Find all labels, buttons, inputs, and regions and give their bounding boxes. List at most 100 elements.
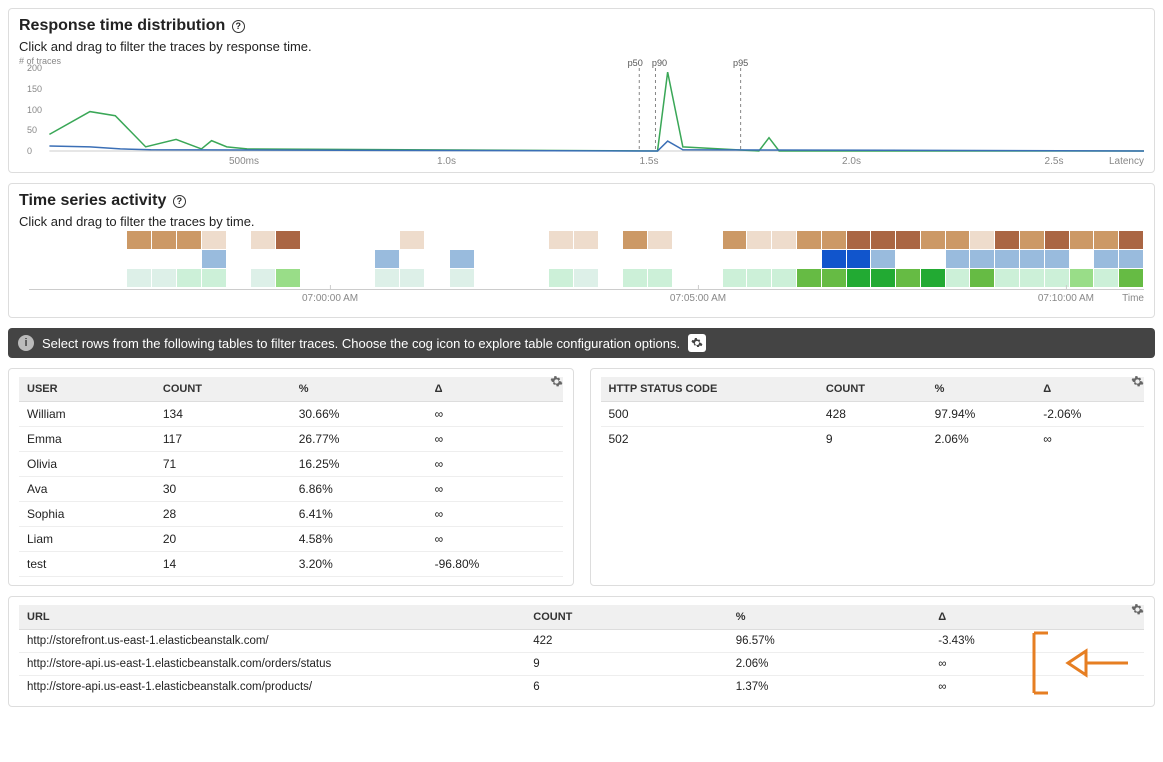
- series-line: [49, 72, 1144, 151]
- col-header[interactable]: HTTP STATUS CODE: [601, 377, 818, 402]
- table-row[interactable]: http://store-api.us-east-1.elasticbeanst…: [19, 676, 1144, 699]
- table-row[interactable]: http://store-api.us-east-1.elasticbeanst…: [19, 653, 1144, 676]
- table-row[interactable]: Olivia7116.25%∞: [19, 452, 563, 477]
- table-row[interactable]: http://storefront.us-east-1.elasticbeans…: [19, 630, 1144, 653]
- table-cell: 2.06%: [927, 427, 1036, 452]
- col-header[interactable]: %: [728, 605, 931, 630]
- table-cell: Sophia: [19, 502, 155, 527]
- col-header[interactable]: USER: [19, 377, 155, 402]
- heatmap-cell: [202, 250, 226, 268]
- col-header[interactable]: Δ: [1035, 377, 1144, 402]
- help-icon[interactable]: ?: [232, 20, 245, 33]
- url-table[interactable]: URL COUNT % Δ http://storefront.us-east-…: [19, 605, 1144, 698]
- status-table[interactable]: HTTP STATUS CODE COUNT % Δ 50042897.94%-…: [601, 377, 1145, 451]
- table-row[interactable]: William13430.66%∞: [19, 402, 563, 427]
- col-header[interactable]: %: [291, 377, 427, 402]
- table-row[interactable]: 50292.06%∞: [601, 427, 1145, 452]
- heatmap-cell: [425, 269, 449, 287]
- info-banner: i Select rows from the following tables …: [8, 328, 1155, 358]
- heatmap-cell: [995, 250, 1019, 268]
- status-table-panel: HTTP STATUS CODE COUNT % Δ 50042897.94%-…: [590, 368, 1156, 586]
- table-cell: Emma: [19, 427, 155, 452]
- heatmap-cell: [78, 269, 102, 287]
- col-header[interactable]: COUNT: [525, 605, 728, 630]
- table-cell: 6.86%: [291, 477, 427, 502]
- heatmap-cell: [400, 269, 424, 287]
- col-header[interactable]: %: [927, 377, 1036, 402]
- url-table-panel: URL COUNT % Δ http://storefront.us-east-…: [8, 596, 1155, 707]
- col-header[interactable]: URL: [19, 605, 525, 630]
- gear-icon[interactable]: [1131, 375, 1144, 391]
- heatmap-row: [53, 269, 1144, 287]
- heatmap-cell: [921, 269, 945, 287]
- col-header[interactable]: Δ: [930, 605, 1144, 630]
- heatmap-cell: [574, 250, 598, 268]
- response-time-chart[interactable]: # of traces 200150100500 p50 p90 p95 500…: [19, 56, 1144, 166]
- help-icon[interactable]: ?: [173, 195, 186, 208]
- col-header[interactable]: COUNT: [818, 377, 927, 402]
- heatmap-cell: [351, 231, 375, 249]
- heatmap-cell: [723, 250, 747, 268]
- heatmap-cell: [425, 231, 449, 249]
- heatmap-cell: [797, 269, 821, 287]
- heatmap-cell: [847, 231, 871, 249]
- heatmap-cell: [227, 250, 251, 268]
- gear-icon[interactable]: [1131, 603, 1144, 619]
- table-cell: 500: [601, 402, 818, 427]
- heatmap-cell: [1119, 250, 1143, 268]
- table-cell: test: [19, 552, 155, 577]
- heatmap-cell: [251, 269, 275, 287]
- table-row[interactable]: Sophia286.41%∞: [19, 502, 563, 527]
- table-row[interactable]: Ava306.86%∞: [19, 477, 563, 502]
- heatmap-cell: [326, 250, 350, 268]
- heatmap-cell: [723, 269, 747, 287]
- heatmap-cell: [723, 231, 747, 249]
- table-cell: 428: [818, 402, 927, 427]
- table-cell: http://store-api.us-east-1.elasticbeanst…: [19, 653, 525, 676]
- heatmap-cell: [623, 231, 647, 249]
- heatmap-cell: [251, 231, 275, 249]
- percentile-label: p90: [652, 58, 667, 68]
- table-row[interactable]: Emma11726.77%∞: [19, 427, 563, 452]
- user-table-panel: USER COUNT % Δ William13430.66%∞Emma1172…: [8, 368, 574, 586]
- col-header[interactable]: Δ: [427, 377, 563, 402]
- table-cell: http://store-api.us-east-1.elasticbeanst…: [19, 676, 525, 699]
- user-table[interactable]: USER COUNT % Δ William13430.66%∞Emma1172…: [19, 377, 563, 577]
- heatmap-cell: [227, 231, 251, 249]
- time-series-chart[interactable]: 07:00:00 AM 07:05:00 AM 07:10:00 AM Time: [19, 231, 1144, 311]
- heatmap-cell: [574, 269, 598, 287]
- table-cell: 96.57%: [728, 630, 931, 653]
- heatmap-cell: [78, 231, 102, 249]
- response-time-svg: p50 p90 p95: [19, 56, 1144, 166]
- x-axis-label: Time: [1122, 293, 1144, 304]
- col-header[interactable]: COUNT: [155, 377, 291, 402]
- heatmap-cell: [301, 231, 325, 249]
- heatmap-cell: [946, 269, 970, 287]
- x-tick: 1.0s: [437, 156, 456, 167]
- heatmap-cell: [698, 231, 722, 249]
- heatmap-cell: [549, 231, 573, 249]
- info-icon: i: [18, 335, 34, 351]
- heatmap-cell: [747, 250, 771, 268]
- heatmap-cell: [425, 250, 449, 268]
- table-cell: 117: [155, 427, 291, 452]
- heatmap-cell: [177, 250, 201, 268]
- table-row[interactable]: Liam204.58%∞: [19, 527, 563, 552]
- heatmap-cell: [648, 250, 672, 268]
- gear-icon[interactable]: [550, 375, 563, 391]
- table-cell: 14: [155, 577, 291, 578]
- heatmap-cell: [1020, 250, 1044, 268]
- heatmap-cell: [871, 250, 895, 268]
- heatmap-cell: [698, 250, 722, 268]
- time-series-title-text: Time series activity: [19, 192, 166, 209]
- x-tick: 07:00:00 AM: [302, 293, 358, 304]
- table-row[interactable]: 50042897.94%-2.06%: [601, 402, 1145, 427]
- heatmap-cell: [1119, 231, 1143, 249]
- heatmap-cell: [127, 231, 151, 249]
- gear-icon[interactable]: [688, 334, 706, 352]
- table-cell: ∞: [427, 477, 563, 502]
- heatmap-cell: [227, 269, 251, 287]
- heatmap-cell: [276, 231, 300, 249]
- table-row[interactable]: Mason143.20%--: [19, 577, 563, 578]
- table-row[interactable]: test143.20%-96.80%: [19, 552, 563, 577]
